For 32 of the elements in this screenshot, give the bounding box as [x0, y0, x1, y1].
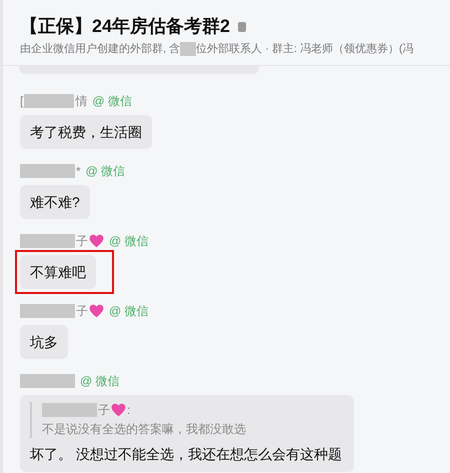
- heart-icon: [89, 234, 104, 248]
- message-bubble: 不算难吧: [20, 255, 96, 289]
- source-label: @ 微信: [80, 373, 120, 389]
- sender-name: *: [76, 163, 81, 179]
- redacted-name: [42, 403, 97, 417]
- message-text: 坏了。 没想过不能全选，我还在想怎么会有这种题: [30, 445, 342, 464]
- redacted-name: [20, 374, 75, 388]
- redacted-name: [20, 304, 75, 318]
- sender-name: 子: [76, 233, 88, 249]
- redacted-name: [20, 234, 75, 248]
- lock-icon: [238, 20, 246, 32]
- group-title: 【正保】24年房估备考群2: [20, 15, 230, 38]
- redacted-name: [180, 42, 196, 56]
- message-bubble: 坑多: [20, 325, 68, 359]
- redacted-name: [24, 94, 74, 108]
- message-bubble: 难不难?: [20, 185, 90, 219]
- source-label: @ 微信: [109, 233, 149, 249]
- group-subtitle: 由企业微信用户创建的外部群, 含: [20, 42, 180, 57]
- sender-name: 子: [76, 303, 88, 319]
- sender-name: 情: [75, 93, 88, 109]
- heart-icon: [89, 304, 104, 318]
- quoted-sender: :: [127, 402, 130, 418]
- group-subtitle: 位外部联系人 · 群主: 冯老师（领优惠券）(冯: [196, 42, 414, 57]
- source-label: @ 微信: [86, 163, 126, 179]
- sender-name: [: [20, 93, 24, 109]
- quoted-text: 不是说没有全选的答案嘛，我都没敢选: [42, 421, 247, 438]
- message-bubble: 考了税费，生活圈: [20, 115, 152, 149]
- quoted-sender: 子: [98, 402, 110, 418]
- source-label: @ 微信: [109, 303, 149, 319]
- redacted-name: [20, 164, 75, 178]
- heart-icon: [111, 403, 126, 417]
- source-label: @ 微信: [92, 93, 132, 109]
